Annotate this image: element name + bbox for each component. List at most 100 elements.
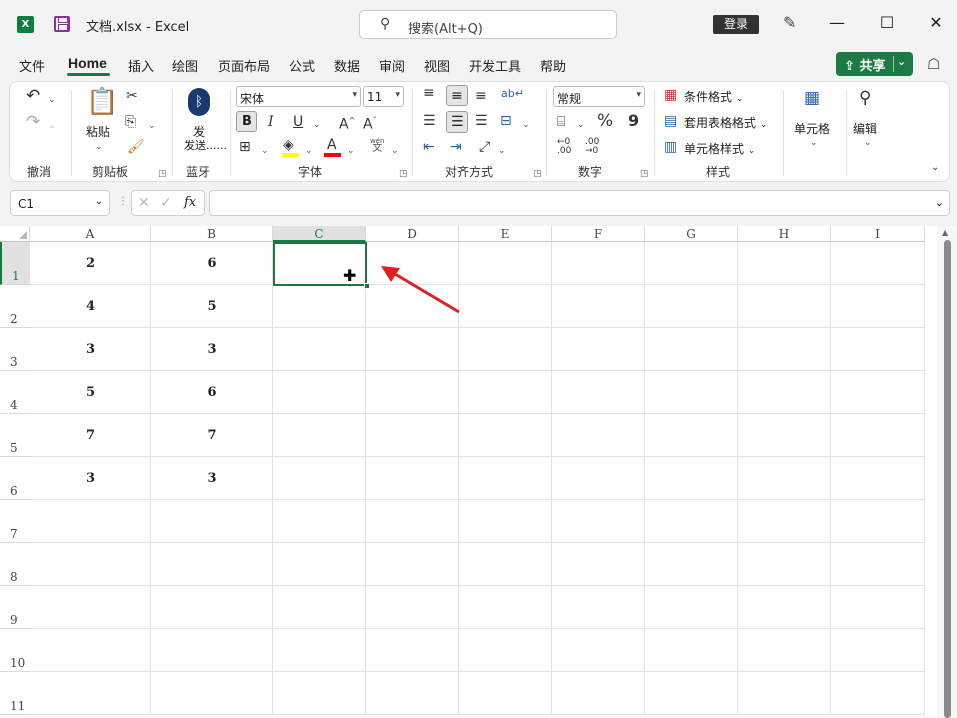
insert-function-button[interactable]: fx xyxy=(184,195,196,210)
conditional-format-button[interactable]: 条件格式 ⌄ xyxy=(684,88,743,105)
wrap-text-icon[interactable]: ab↵ xyxy=(501,86,524,102)
table-format-button[interactable]: 套用表格格式 ⌄ xyxy=(684,114,767,131)
chevron-down-icon[interactable]: ⌄ xyxy=(935,196,944,209)
minimize-button[interactable]: — xyxy=(826,12,848,34)
cell-f3[interactable] xyxy=(552,328,645,371)
cell-h7[interactable] xyxy=(738,500,831,543)
cell-f1[interactable] xyxy=(552,242,645,285)
menu-view[interactable]: 视图 xyxy=(424,56,450,75)
cell-i3[interactable] xyxy=(831,328,925,371)
vertical-scrollbar[interactable]: ▲ xyxy=(937,226,957,718)
number-format-dropdown[interactable]: 常规 ▾ xyxy=(553,86,645,107)
column-header-b[interactable]: B xyxy=(151,226,273,242)
cell-d9[interactable] xyxy=(366,586,459,629)
save-icon[interactable] xyxy=(54,16,70,32)
cell-h8[interactable] xyxy=(738,543,831,586)
phonetic-guide-icon[interactable]: wén 文 xyxy=(370,137,384,154)
copy-icon[interactable]: ⎘ xyxy=(125,114,136,130)
cell-h9[interactable] xyxy=(738,586,831,629)
cell-a11[interactable] xyxy=(30,672,151,715)
cell-e7[interactable] xyxy=(459,500,552,543)
cell-b10[interactable] xyxy=(151,629,273,672)
comment-icon[interactable]: ☖ xyxy=(927,55,940,73)
select-all-corner[interactable] xyxy=(0,226,30,242)
share-button[interactable]: ⇪ 共享 ⌄ xyxy=(836,52,913,76)
cell-c7[interactable] xyxy=(273,500,366,543)
pen-icon[interactable]: ✎ xyxy=(783,13,796,32)
row-header-4[interactable]: 4 xyxy=(0,371,30,414)
cell-d3[interactable] xyxy=(366,328,459,371)
cell-d11[interactable] xyxy=(366,672,459,715)
cell-i8[interactable] xyxy=(831,543,925,586)
cell-g9[interactable] xyxy=(645,586,738,629)
menu-page-layout[interactable]: 页面布局 xyxy=(218,56,270,75)
cell-i9[interactable] xyxy=(831,586,925,629)
row-header-2[interactable]: 2 xyxy=(0,285,30,328)
cell-f7[interactable] xyxy=(552,500,645,543)
scroll-up-icon[interactable]: ▲ xyxy=(942,228,948,237)
scrollbar-thumb[interactable] xyxy=(944,240,951,718)
paste-icon[interactable]: 📋 xyxy=(86,88,118,116)
chevron-down-icon[interactable]: ⌄ xyxy=(261,143,269,159)
cell-i7[interactable] xyxy=(831,500,925,543)
chevron-down-icon[interactable]: ⌄ xyxy=(305,143,313,159)
column-header-c[interactable]: C xyxy=(273,226,366,242)
align-center-button[interactable]: ☰ xyxy=(446,111,468,133)
percent-style-icon[interactable]: % xyxy=(597,113,613,130)
cell-a7[interactable] xyxy=(30,500,151,543)
cell-b8[interactable] xyxy=(151,543,273,586)
cell-a10[interactable] xyxy=(30,629,151,672)
row-header-9[interactable]: 9 xyxy=(0,586,30,629)
cell-g6[interactable] xyxy=(645,457,738,500)
cell-e8[interactable] xyxy=(459,543,552,586)
accounting-format-icon[interactable]: ⌸ xyxy=(557,114,565,130)
cell-g1[interactable] xyxy=(645,242,738,285)
cell-h5[interactable] xyxy=(738,414,831,457)
align-left-icon[interactable]: ☰ xyxy=(423,113,436,129)
cell-c2[interactable] xyxy=(273,285,366,328)
cell-h11[interactable] xyxy=(738,672,831,715)
table-format-icon[interactable]: ▤ xyxy=(664,113,677,129)
merge-center-icon[interactable]: ⊟ xyxy=(500,113,512,129)
chevron-down-icon[interactable]: ⌄ xyxy=(95,139,103,155)
fill-color-icon[interactable]: ◈ xyxy=(283,137,294,153)
chevron-down-icon[interactable]: ⌄ xyxy=(391,143,399,159)
chevron-down-icon[interactable]: ⌄ xyxy=(577,117,585,133)
cell-g5[interactable] xyxy=(645,414,738,457)
cell-g2[interactable] xyxy=(645,285,738,328)
chevron-down-icon[interactable]: ⌄ xyxy=(498,143,506,159)
cell-c4[interactable] xyxy=(273,371,366,414)
row-header-7[interactable]: 7 xyxy=(0,500,30,543)
cell-c11[interactable] xyxy=(273,672,366,715)
chevron-down-icon[interactable]: ⌄ xyxy=(897,55,906,68)
cell-i10[interactable] xyxy=(831,629,925,672)
font-color-icon[interactable]: A xyxy=(327,137,337,153)
cell-f5[interactable] xyxy=(552,414,645,457)
cell-b11[interactable] xyxy=(151,672,273,715)
cell-i11[interactable] xyxy=(831,672,925,715)
cell-c6[interactable] xyxy=(273,457,366,500)
decrease-indent-icon[interactable]: ⇤ xyxy=(423,139,435,155)
cell-f11[interactable] xyxy=(552,672,645,715)
maximize-button[interactable]: ☐ xyxy=(876,12,898,34)
menu-home[interactable]: Home xyxy=(68,55,107,71)
cell-c9[interactable] xyxy=(273,586,366,629)
cell-b7[interactable] xyxy=(151,500,273,543)
editing-search-icon[interactable]: ⚲ xyxy=(859,90,871,107)
cell-a8[interactable] xyxy=(30,543,151,586)
increase-decimal-icon[interactable]: ←0.00 xyxy=(557,138,571,156)
column-header-e[interactable]: E xyxy=(459,226,552,242)
align-right-icon[interactable]: ☰ xyxy=(475,113,488,129)
cell-i5[interactable] xyxy=(831,414,925,457)
row-header-3[interactable]: 3 xyxy=(0,328,30,371)
dialog-launcher-icon[interactable]: ◳ xyxy=(533,169,542,179)
formula-bar-grip-icon[interactable]: ⋮ xyxy=(118,196,128,207)
cell-c5[interactable] xyxy=(273,414,366,457)
cell-h6[interactable] xyxy=(738,457,831,500)
chevron-down-icon[interactable]: ⌄ xyxy=(48,92,56,108)
bluetooth-send-label[interactable]: 发送...... xyxy=(184,137,227,153)
comma-style-icon[interactable]: 9 xyxy=(628,113,639,129)
login-button[interactable]: 登录 xyxy=(713,15,759,34)
cell-h1[interactable] xyxy=(738,242,831,285)
cell-e10[interactable] xyxy=(459,629,552,672)
